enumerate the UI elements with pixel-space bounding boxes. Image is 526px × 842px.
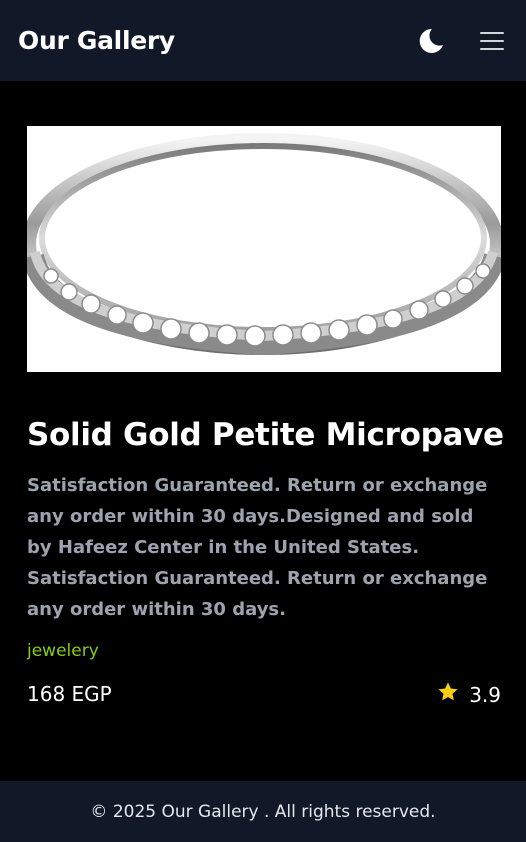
footer: © 2025 Our Gallery . All rights reserved… — [0, 781, 526, 842]
copyright-text: © 2025 Our Gallery . All rights reserved… — [90, 801, 436, 822]
navbar: Our Gallery — [0, 0, 526, 81]
product-detail: Solid Gold Petite Micropave Satisfaction… — [0, 81, 526, 781]
product-image — [27, 126, 501, 372]
product-description: Satisfaction Guaranteed. Return or excha… — [27, 475, 488, 620]
product-title: Solid Gold Petite Micropave — [27, 417, 504, 453]
nav-icons — [414, 25, 508, 57]
product-category[interactable]: jewelery — [27, 641, 99, 661]
hamburger-menu-icon[interactable] — [476, 25, 508, 57]
rating-value: 3.9 — [469, 682, 501, 707]
ring-image — [27, 126, 501, 372]
brand-logo[interactable]: Our Gallery — [18, 26, 175, 55]
moon-icon[interactable] — [414, 25, 446, 57]
product-price: 168 EGP — [27, 682, 112, 706]
star-icon — [437, 681, 459, 708]
product-rating: 3.9 — [437, 681, 501, 708]
